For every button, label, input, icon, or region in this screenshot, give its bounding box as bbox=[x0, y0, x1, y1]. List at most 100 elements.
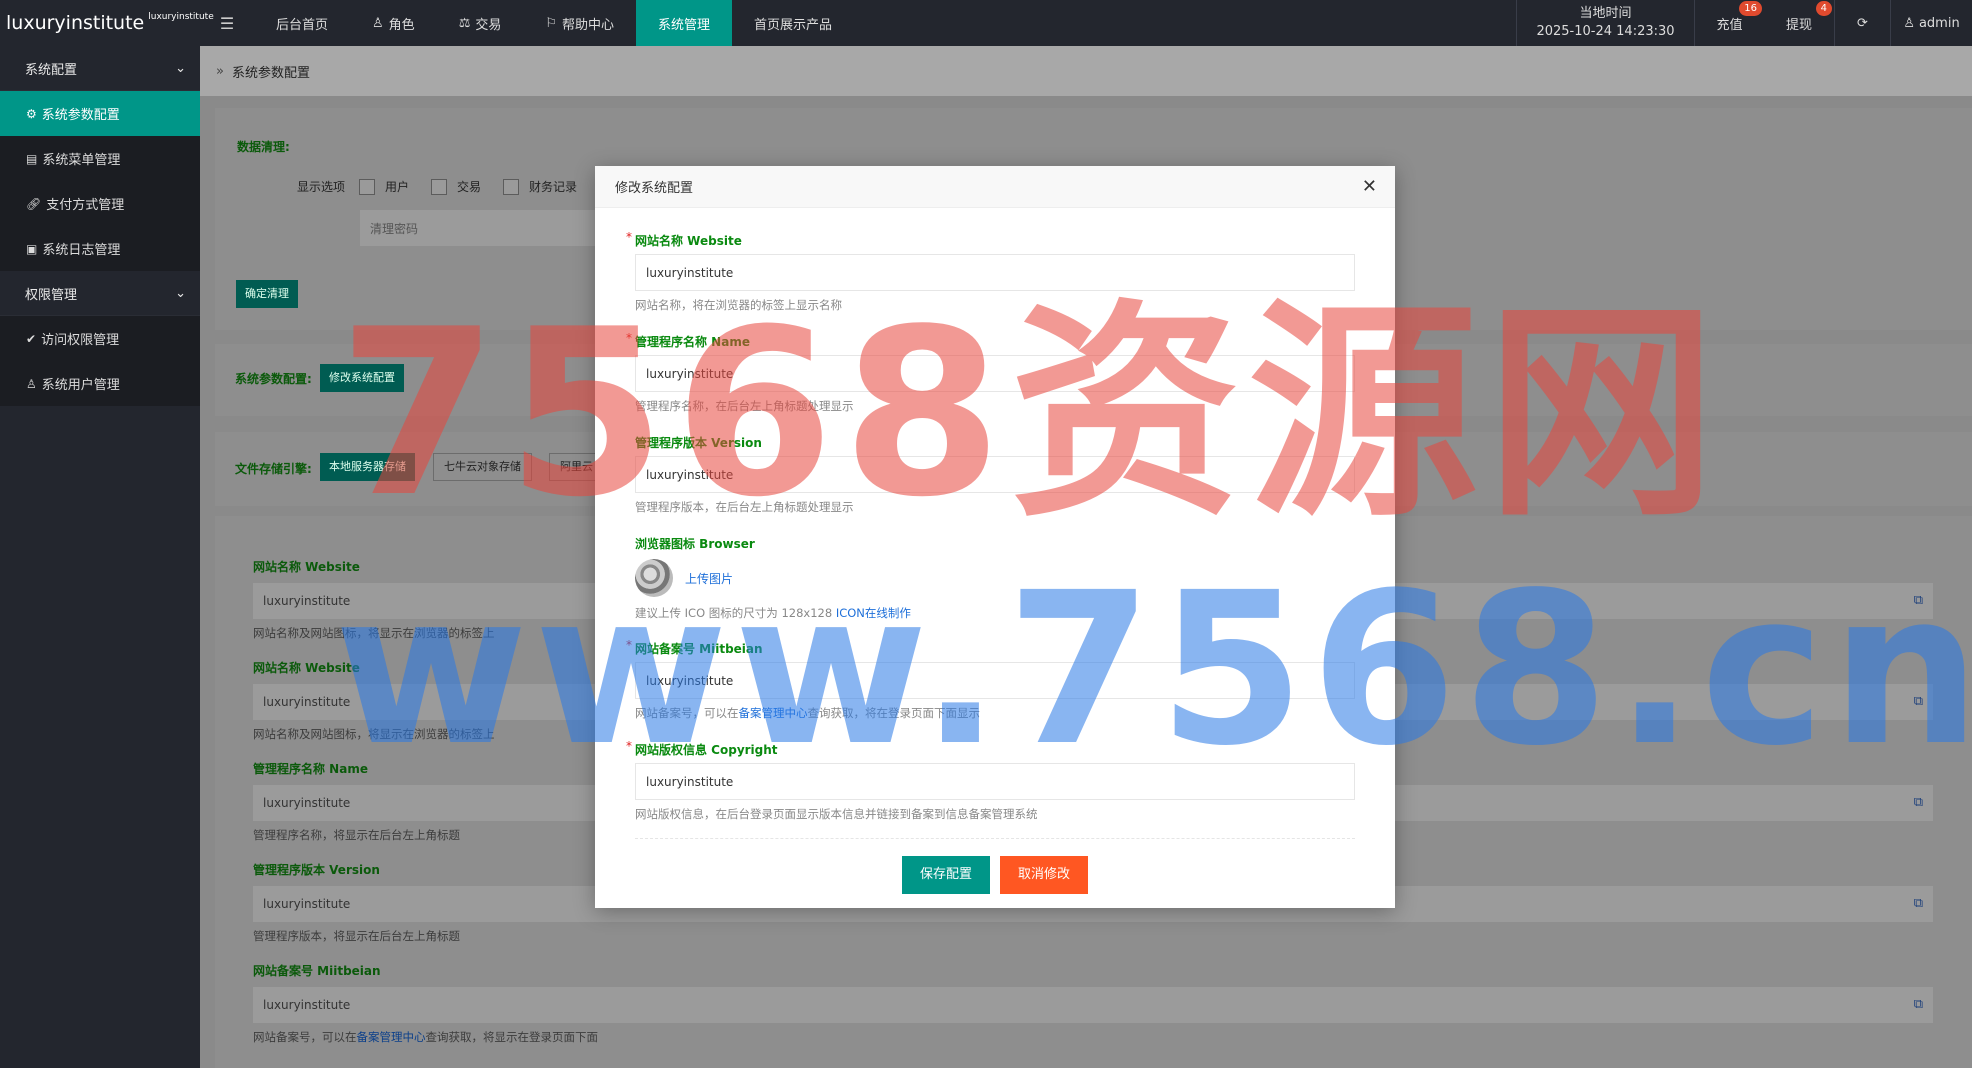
sidebar-item-sysparam[interactable]: ⚙ 系统参数配置 bbox=[0, 91, 200, 136]
modal-field-website: * 网站名称 Website luxuryinstitute 网站名称，将在浏览器… bbox=[626, 230, 1355, 313]
link-icon: 🔗︎ bbox=[26, 196, 42, 211]
cancel-edit-button[interactable]: 取消修改 bbox=[1000, 856, 1089, 894]
sidebar-item-menu[interactable]: ▤ 系统菜单管理 bbox=[0, 136, 200, 181]
user-icon: ♙ bbox=[26, 376, 37, 391]
copy-icon[interactable]: ⧉ bbox=[1914, 694, 1923, 709]
user-icon: ♙ bbox=[372, 15, 384, 31]
dialog-title: 修改系统配置 bbox=[615, 181, 694, 196]
user-menu[interactable]: ♙ admin bbox=[1890, 0, 1972, 46]
sidebar-group-config[interactable]: 系统配置 ⌄ bbox=[0, 46, 200, 91]
field-label: 管理程序版本 Version bbox=[635, 436, 762, 450]
field-label: * 网站备案号 Miitbeian bbox=[626, 638, 763, 656]
icon-maker-link[interactable]: ICON在线制作 bbox=[836, 606, 911, 620]
favicon-preview bbox=[635, 559, 673, 597]
check-circle-icon: ✔ bbox=[26, 331, 37, 346]
user-icon: ♙ bbox=[1903, 15, 1915, 31]
gear-icon: ⚙ bbox=[26, 106, 37, 121]
copy-icon[interactable]: ⧉ bbox=[1914, 896, 1923, 911]
modal-field-browser: 浏览器图标 Browser 上传图片 建议上传 ICO 图标的尺寸为 128x1… bbox=[635, 535, 1355, 621]
checkbox-label: 财务记录 bbox=[529, 180, 578, 194]
checkbox-users[interactable] bbox=[359, 178, 376, 195]
upload-image-button[interactable]: 上传图片 bbox=[685, 570, 733, 587]
sidebar: 系统配置 ⌄ ⚙ 系统参数配置 ▤ 系统菜单管理 🔗︎ 支付方式管理 ▣ 系统日志管理 权… bbox=[0, 46, 200, 1068]
modal-field-version: 管理程序版本 Version luxuryinstitute 管理程序版本，在后… bbox=[635, 434, 1355, 515]
sysparam-label: 系统参数配置: bbox=[235, 372, 312, 386]
flag-icon: ⚐ bbox=[545, 15, 558, 31]
field-label: 浏览器图标 Browser bbox=[635, 537, 755, 551]
menu-toggle-icon[interactable]: ☰ bbox=[200, 0, 254, 46]
checkbox-label: 用户 bbox=[385, 180, 410, 194]
beian-link[interactable]: 备案管理中心 bbox=[739, 706, 808, 720]
app-version-input[interactable]: luxuryinstitute bbox=[635, 456, 1355, 493]
website-input[interactable]: luxuryinstitute bbox=[635, 254, 1355, 291]
storage-qiniu-button[interactable]: 七牛云对象存储 bbox=[433, 453, 532, 481]
beian-link[interactable]: 备案管理中心 bbox=[357, 1030, 426, 1044]
field-hint: 管理程序版本，在后台左上角标题处理显示 bbox=[635, 500, 854, 514]
field-label: * 网站名称 Website bbox=[626, 230, 742, 248]
field-label: 网站备案号 Miitbeian bbox=[253, 964, 381, 978]
field-miitbeian: 网站备案号 Miitbeian luxuryinstitute ⧉ 网站备案号，可… bbox=[253, 962, 1933, 1045]
checkbox-trades[interactable] bbox=[431, 178, 448, 195]
storage-local-button[interactable]: 本地服务器存储 bbox=[320, 453, 415, 481]
modal-field-miitbeian: * 网站备案号 Miitbeian luxuryinstitute 网站备案号，可… bbox=[626, 638, 1355, 721]
sidebar-group-auth[interactable]: 权限管理 ⌄ bbox=[0, 271, 200, 316]
nav-help[interactable]: ⚐ 帮助中心 bbox=[523, 0, 636, 46]
field-hint: 网站名称，将在浏览器的标签上显示名称 bbox=[635, 298, 842, 312]
close-icon[interactable]: ✕ bbox=[1362, 176, 1377, 197]
sidebar-item-logs[interactable]: ▣ 系统日志管理 bbox=[0, 226, 200, 271]
sidebar-item-users[interactable]: ♙ 系统用户管理 bbox=[0, 361, 200, 406]
chevron-down-icon: ⌄ bbox=[175, 285, 186, 301]
dialog-header: 修改系统配置 ✕ bbox=[595, 166, 1395, 208]
divider bbox=[635, 838, 1355, 839]
local-time: 当地时间 2025-10-24 14:23:30 bbox=[1516, 0, 1694, 46]
recharge-badge: 16 bbox=[1739, 1, 1762, 16]
field-hint: 网站版权信息，在后台登录页面显示版本信息并链接到备案到信息备案管理系统 bbox=[635, 807, 1038, 821]
field-hint: 网站备案号，可以在备案管理中心查询获取，将显示在登录页面下面 bbox=[253, 1030, 598, 1044]
refresh-icon[interactable]: ⟳ bbox=[1834, 0, 1890, 46]
double-chevron-icon: » bbox=[216, 63, 224, 79]
save-config-button[interactable]: 保存配置 bbox=[901, 856, 990, 894]
checkbox-label: 交易 bbox=[457, 180, 482, 194]
copy-icon[interactable]: ⧉ bbox=[1914, 593, 1923, 608]
edit-config-dialog: 修改系统配置 ✕ * 网站名称 Website luxuryinstitute 网… bbox=[595, 166, 1395, 908]
withdraw-badge: 4 bbox=[1815, 1, 1832, 16]
withdraw-button[interactable]: 提现 4 bbox=[1764, 0, 1834, 46]
top-bar: luxuryinstitute luxuryinstitute ☰ 后台首页 ♙ 角… bbox=[0, 0, 1972, 46]
copyright-input[interactable]: luxuryinstitute bbox=[635, 763, 1355, 800]
field-label: * 网站版权信息 Copyright bbox=[626, 739, 778, 757]
cleanup-title: 数据清理: bbox=[237, 140, 290, 154]
document-icon: ▣ bbox=[26, 241, 38, 256]
nav-trade[interactable]: ⚖ 交易 bbox=[437, 0, 524, 46]
app-logo[interactable]: luxuryinstitute luxuryinstitute bbox=[0, 0, 214, 46]
app-name-input[interactable]: luxuryinstitute bbox=[635, 355, 1355, 392]
field-hint: 管理程序版本，将显示在后台左上角标题 bbox=[253, 929, 460, 943]
field-hint: 网站备案号，可以在备案管理中心查询获取，将在登录页面下面显示 bbox=[635, 706, 980, 720]
copy-icon[interactable]: ⧉ bbox=[1914, 795, 1923, 810]
miitbeian-input[interactable]: luxuryinstitute bbox=[635, 662, 1355, 699]
storage-label: 文件存储引擎: bbox=[235, 462, 312, 476]
field-label: * 管理程序名称 Name bbox=[626, 331, 750, 349]
chevron-up-icon: ⌄ bbox=[175, 60, 186, 76]
top-nav: 后台首页 ♙ 角色 ⚖ 交易 ⚐ 帮助中心 系统管理 首页展示产品 bbox=[254, 0, 854, 46]
options-label: 显示选项 bbox=[297, 180, 346, 194]
nav-roles[interactable]: ♙ 角色 bbox=[350, 0, 437, 46]
dialog-actions: 保存配置 取消修改 bbox=[595, 856, 1395, 894]
nav-dashboard[interactable]: 后台首页 bbox=[254, 0, 350, 46]
nav-system[interactable]: 系统管理 bbox=[636, 0, 733, 46]
recharge-button[interactable]: 充值 16 bbox=[1694, 0, 1764, 46]
breadcrumb: » 系统参数配置 bbox=[200, 46, 1972, 96]
field-hint: 建议上传 ICO 图标的尺寸为 128x128 ICON在线制作 bbox=[635, 606, 911, 620]
copy-icon[interactable]: ⧉ bbox=[1914, 997, 1923, 1012]
cleanup-password-input[interactable]: 清理密码 bbox=[360, 210, 600, 246]
checkbox-finance[interactable] bbox=[503, 178, 520, 195]
field-input[interactable]: luxuryinstitute ⧉ bbox=[253, 987, 1933, 1023]
modal-field-copyright: * 网站版权信息 Copyright luxuryinstitute 网站版权信息… bbox=[626, 739, 1355, 822]
nav-products[interactable]: 首页展示产品 bbox=[732, 0, 854, 46]
field-hint: 管理程序名称，在后台左上角标题处理显示 bbox=[635, 399, 854, 413]
sidebar-item-payment[interactable]: 🔗︎ 支付方式管理 bbox=[0, 181, 200, 226]
edit-sysparam-button[interactable]: 修改系统配置 bbox=[320, 364, 404, 392]
sidebar-item-access[interactable]: ✔ 访问权限管理 bbox=[0, 316, 200, 361]
confirm-cleanup-button[interactable]: 确定清理 bbox=[236, 280, 298, 308]
table-icon: ▤ bbox=[26, 151, 38, 166]
scale-icon: ⚖ bbox=[458, 15, 471, 31]
